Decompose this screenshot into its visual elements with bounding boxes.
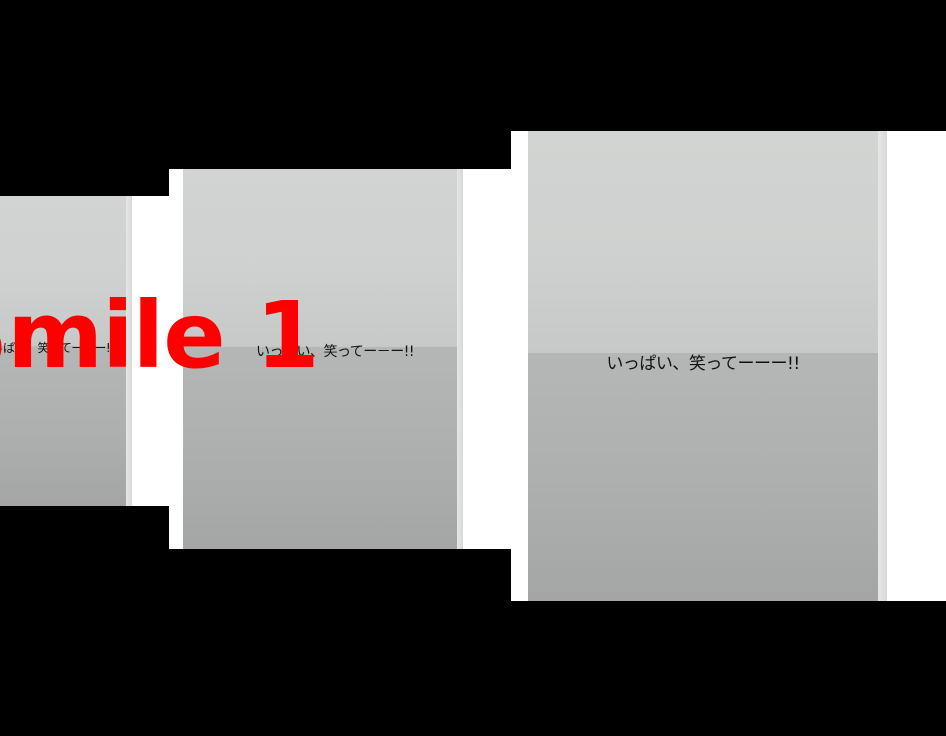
- card-image: いっぱい、笑ってーーー!!: [528, 131, 878, 601]
- card-edge-shadow: [457, 169, 463, 549]
- card-caption: いっぱい、笑ってーーー!!: [606, 354, 800, 374]
- overlay-title: Smile 1: [0, 282, 320, 389]
- card-edge-shadow: [878, 131, 887, 601]
- panel-bottom-gradient: [528, 353, 878, 601]
- panel-top-gradient: [528, 131, 878, 353]
- image-card-3[interactable]: いっぱい、笑ってーーー!!: [511, 131, 946, 601]
- gallery-stage: いっぱい、笑ってー－ー!! いっぱい、笑ってー－ー!! いっぱい、笑ってーーー!…: [0, 0, 946, 736]
